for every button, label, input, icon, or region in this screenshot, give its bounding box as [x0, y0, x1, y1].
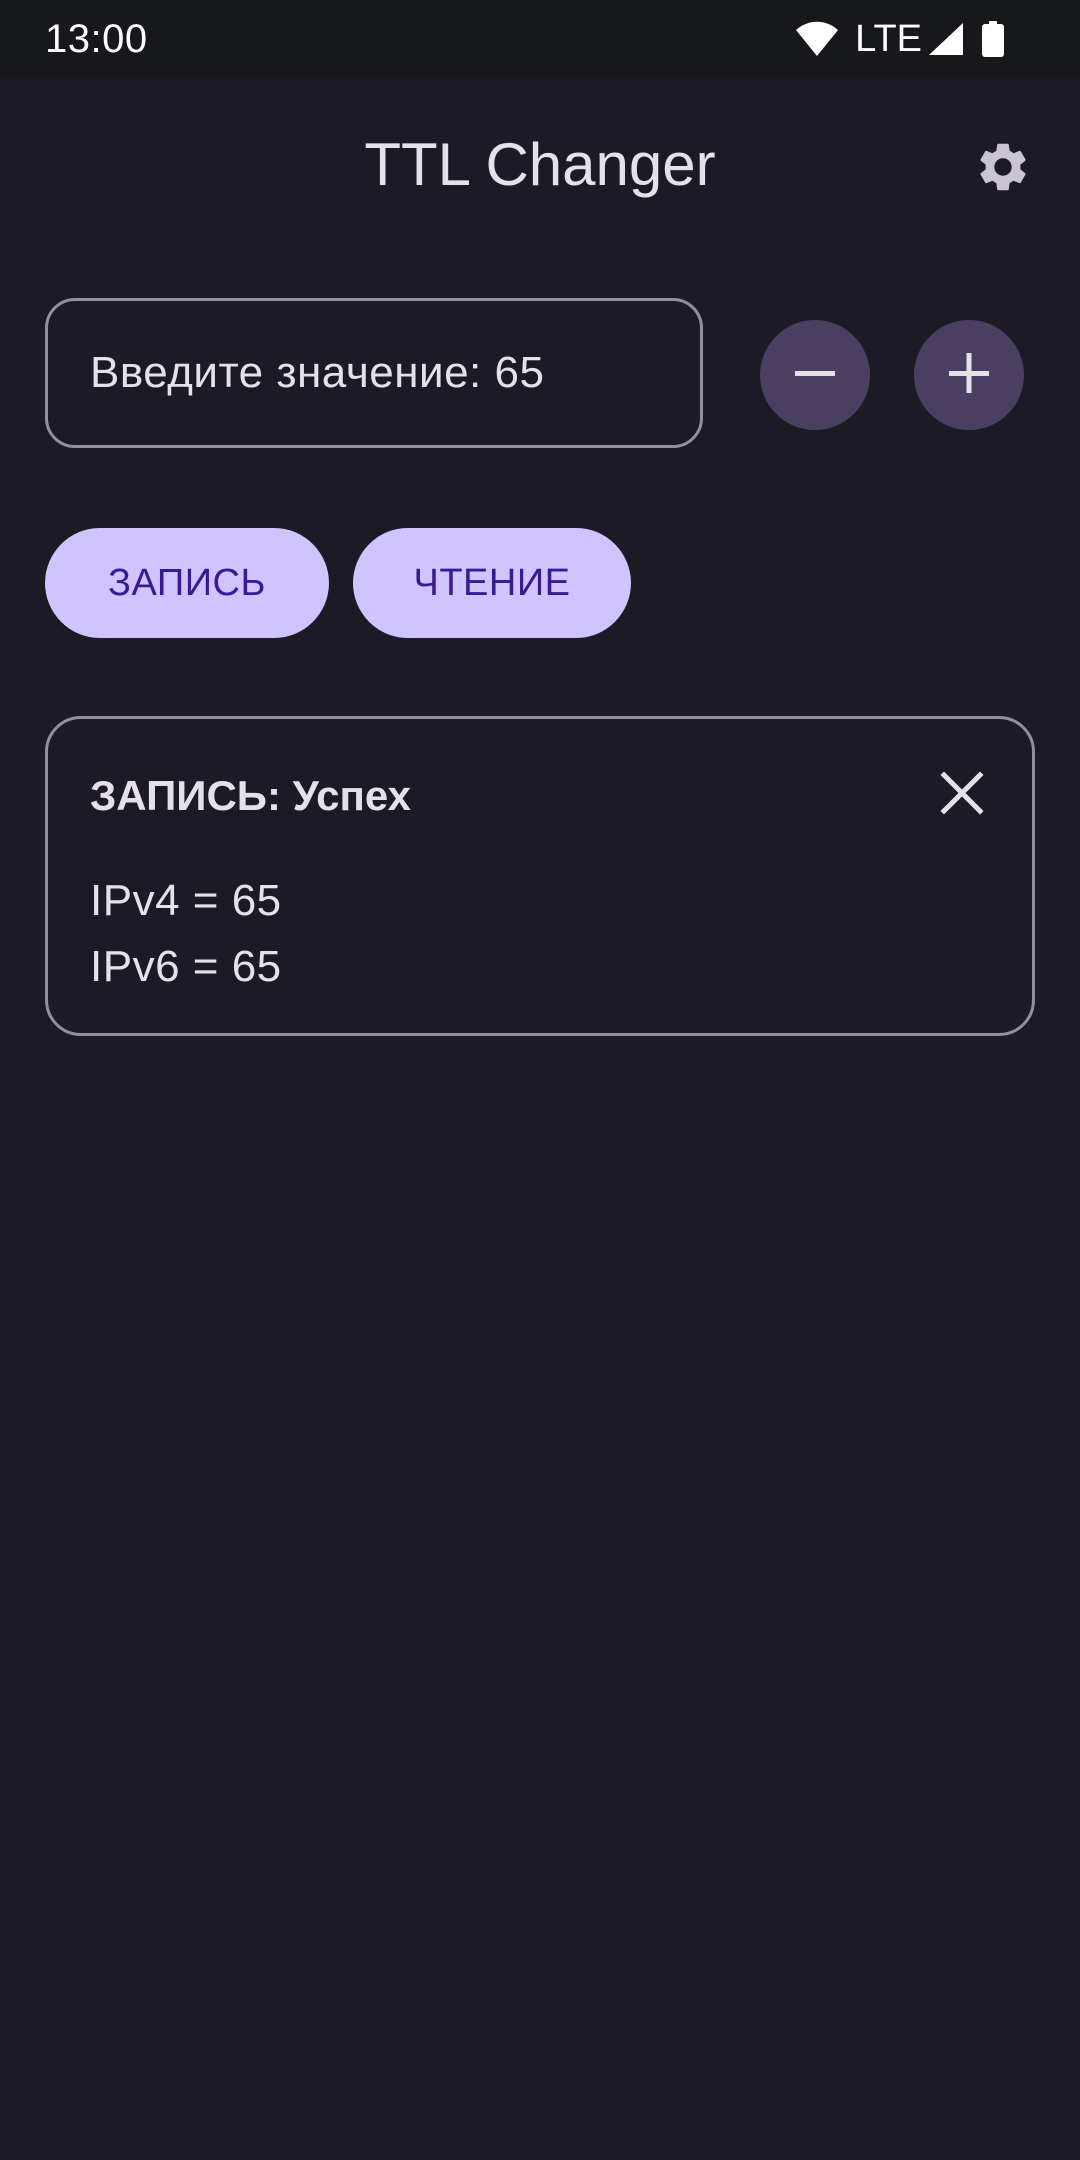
ttl-value-field[interactable]: Введите значение: 65	[45, 298, 703, 448]
status-time: 13:00	[45, 17, 148, 61]
read-button[interactable]: ЧТЕНИЕ	[353, 528, 631, 638]
settings-button[interactable]	[972, 138, 1034, 200]
battery-icon	[982, 21, 1004, 57]
decrement-button[interactable]	[760, 320, 870, 430]
gear-icon	[974, 138, 1032, 201]
close-result-button[interactable]	[936, 769, 988, 821]
result-line-ipv6: IPv6 = 65	[90, 942, 282, 991]
minus-icon	[793, 351, 837, 400]
write-button[interactable]: ЗАПИСЬ	[45, 528, 329, 638]
result-card: ЗАПИСЬ: Успех IPv4 = 65 IPv6 = 65	[45, 716, 1035, 1036]
ttl-value-text: Введите значение: 65	[90, 348, 545, 397]
signal-icon	[928, 22, 964, 56]
read-button-label: ЧТЕНИЕ	[413, 561, 571, 604]
write-button-label: ЗАПИСЬ	[108, 561, 266, 604]
plus-icon	[947, 351, 991, 400]
network-type-label: LTE	[855, 18, 922, 60]
status-bar: 13:00 LTE	[0, 0, 1080, 77]
status-icons: LTE	[795, 18, 1004, 60]
app-title: TTL Changer	[364, 131, 716, 198]
wifi-icon	[795, 21, 839, 57]
increment-button[interactable]	[914, 320, 1024, 430]
result-line-ipv4: IPv4 = 65	[90, 876, 282, 925]
app-screen: 13:00 LTE TTL Changer Введите значение: …	[0, 0, 1080, 2160]
close-icon	[940, 770, 984, 820]
result-title: ЗАПИСЬ: Успех	[90, 772, 412, 819]
